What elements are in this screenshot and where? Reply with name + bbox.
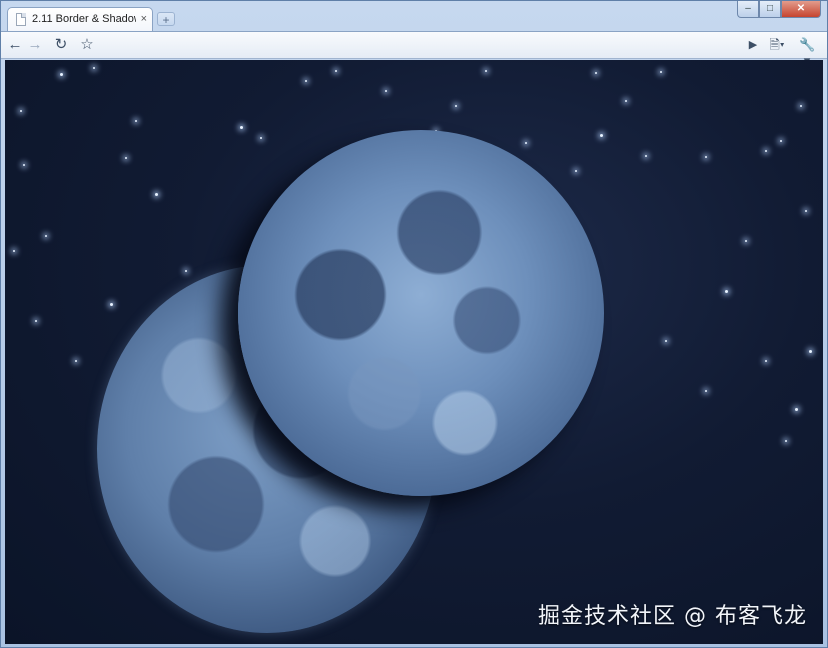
window-controls: – □ ✕ [737,1,821,19]
tab-close-icon[interactable]: × [141,12,147,26]
star-16 [780,140,782,142]
page-icon [16,13,26,26]
reload-icon[interactable]: ↻ [53,37,69,53]
star-25 [13,250,15,252]
star-12 [660,71,662,73]
star-7 [110,303,113,306]
arrow-right-icon[interactable]: → [27,37,43,53]
star-33 [625,100,627,102]
star-30 [665,340,667,342]
star-14 [725,290,728,293]
maximize-button[interactable]: □ [759,1,781,18]
star-2 [155,193,158,196]
star-15 [765,150,767,152]
tab-strip: 2.11 Border & Shadow De... × + – □ ✕ [1,1,827,31]
star-36 [335,70,337,72]
star-1 [93,67,95,69]
star-22 [455,105,457,107]
tab-title: 2.11 Border & Shadow De... [32,13,136,25]
star-20 [575,170,577,172]
star-18 [809,350,812,353]
star-4 [260,137,262,139]
page-menu-icon[interactable]: 🗎▾ [769,37,785,53]
close-window-button[interactable]: ✕ [781,1,821,18]
star-38 [135,120,137,122]
star-27 [75,360,77,362]
minimize-button[interactable]: – [737,1,759,18]
star-9 [600,134,603,137]
wrench-icon[interactable]: 🔧▾ [799,37,815,68]
star-31 [745,240,747,242]
page-content: 掘金技术社区 @ 布客飞龙 [5,60,823,644]
star-19 [795,408,798,411]
browser-window: 2.11 Border & Shadow De... × + – □ ✕ ← →… [0,0,828,648]
star-6 [125,157,127,159]
star-41 [785,440,787,442]
watermark-text: 掘金技术社区 @ 布客飞龙 [538,604,807,629]
star-13 [705,156,707,158]
new-tab-button[interactable]: + [157,12,175,27]
star-5 [23,164,25,166]
star-24 [305,80,307,82]
star-17 [800,105,802,107]
star-11 [645,155,647,157]
star-10 [595,72,597,74]
moon-image-front [238,130,604,496]
browser-tab[interactable]: 2.11 Border & Shadow De... × [7,7,153,31]
star-28 [20,110,22,112]
star-23 [385,90,387,92]
star-26 [35,320,37,322]
star-0 [60,73,63,76]
browser-toolbar: ← → ↻ ☆ ▶ 🗎▾ 🔧▾ [1,31,827,68]
star-37 [45,235,47,237]
play-icon[interactable]: ▶ [745,37,761,53]
star-34 [485,70,487,72]
star-icon[interactable]: ☆ [79,37,95,53]
star-8 [185,270,187,272]
star-39 [765,360,767,362]
star-40 [705,390,707,392]
star-3 [240,126,243,129]
star-32 [805,210,807,212]
star-21 [525,142,527,144]
arrow-left-icon[interactable]: ← [7,37,23,53]
